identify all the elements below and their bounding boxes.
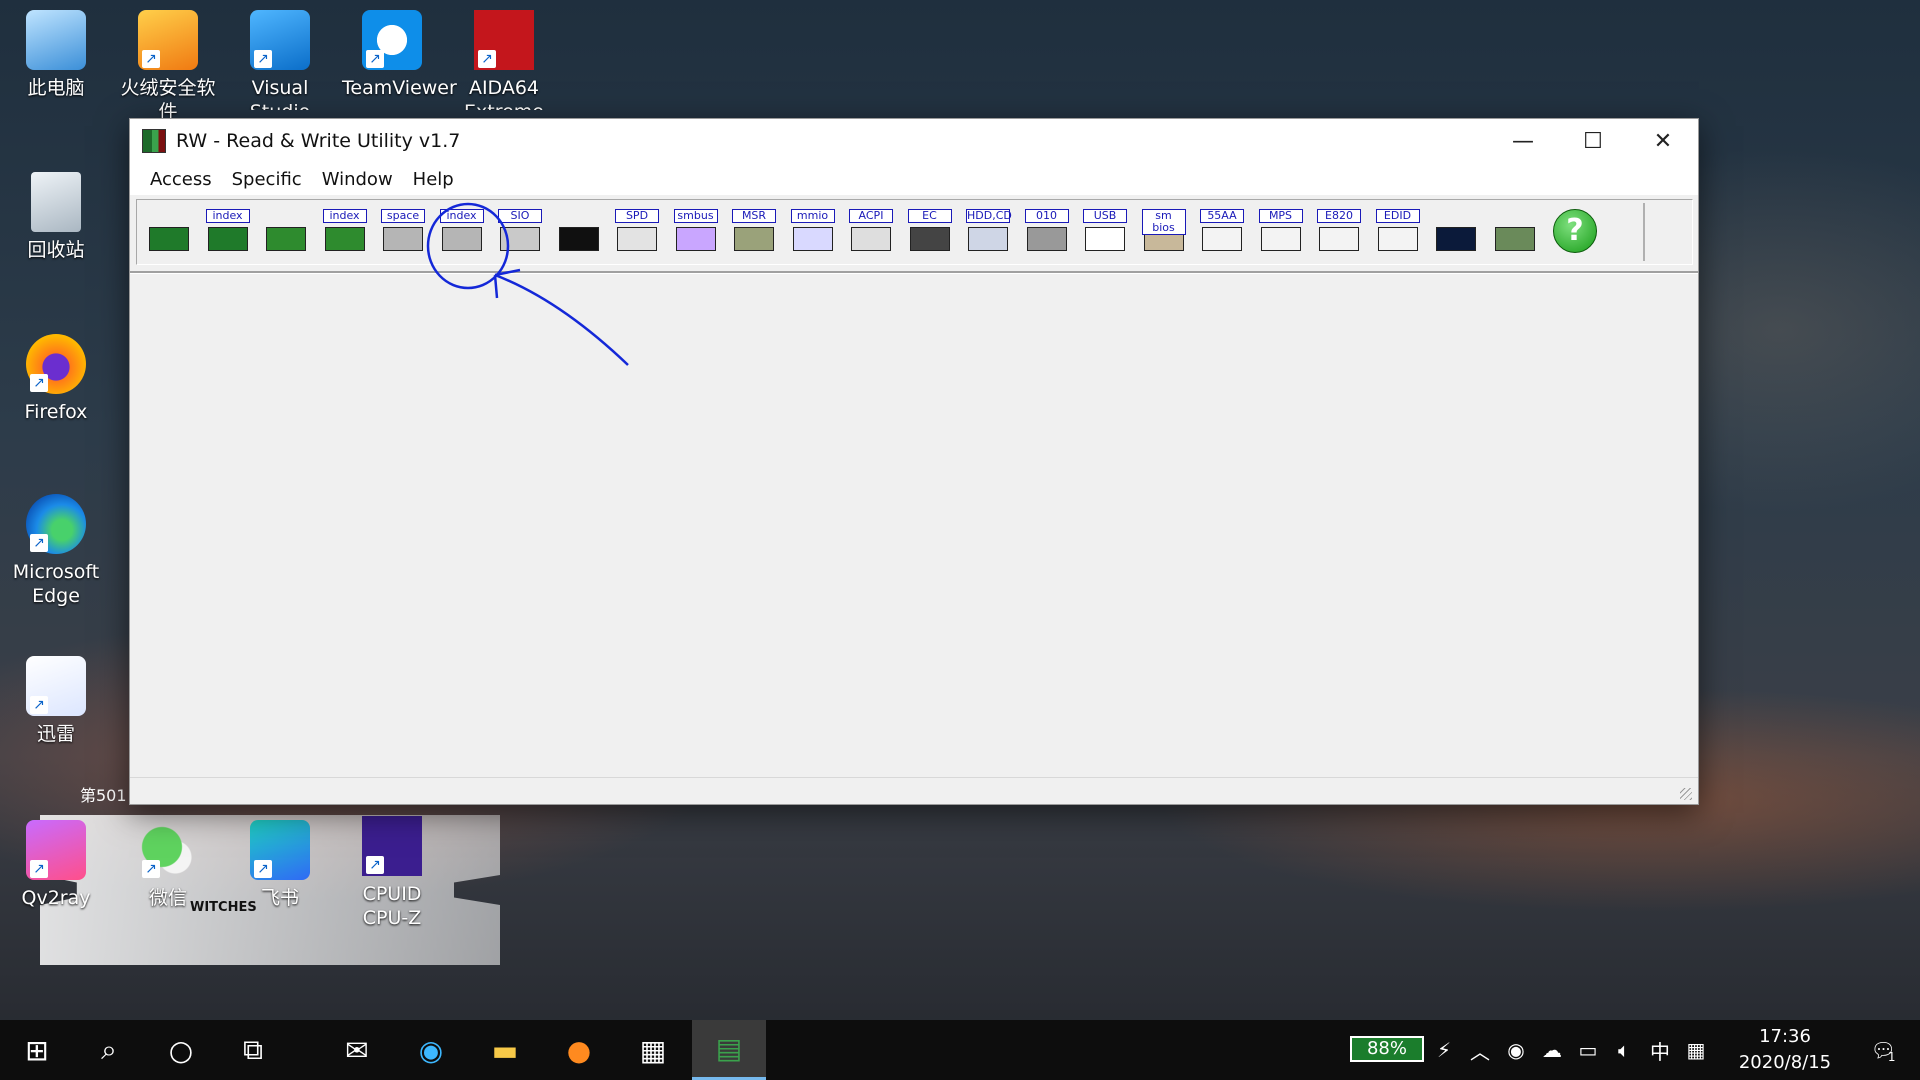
mail-icon: ✉ <box>345 1033 369 1067</box>
clock-time: 17:36 <box>1759 1026 1811 1047</box>
task-view-icon: ⧉ <box>243 1033 263 1066</box>
start-button[interactable]: ⊞ <box>0 1020 74 1080</box>
search-icon: ⌕ <box>101 1033 117 1066</box>
store-icon: ▦ <box>639 1033 667 1067</box>
edge-icon: ◉ <box>418 1033 444 1067</box>
task-view-button[interactable]: ⧉ <box>216 1020 290 1080</box>
notification-count: 1 <box>1887 1050 1896 1064</box>
battery-indicator[interactable]: 88% <box>1350 1036 1424 1062</box>
tray-record-icon[interactable]: ◉ <box>1498 1020 1534 1080</box>
ime-indicator[interactable]: 中 <box>1642 1020 1678 1080</box>
rw-app-icon: ▤ <box>715 1032 743 1065</box>
firefox-icon: ● <box>566 1033 592 1067</box>
folder-icon: ▬ <box>491 1033 519 1067</box>
taskbar-file-explorer[interactable]: ▬ <box>468 1020 542 1080</box>
cortana-icon: ○ <box>168 1033 194 1067</box>
battery-icon[interactable]: ▭ <box>1570 1020 1606 1080</box>
taskbar-edge[interactable]: ◉ <box>394 1020 468 1080</box>
show-hidden-icons[interactable]: ︿ <box>1462 1020 1498 1080</box>
handwritten-annotation <box>426 202 629 366</box>
clock[interactable]: 17:36 2020/8/15 <box>1730 1024 1840 1076</box>
keyboard-layout-icon[interactable]: ▦ <box>1678 1020 1714 1080</box>
taskbar-store[interactable]: ▦ <box>616 1020 690 1080</box>
search-button[interactable]: ⌕ <box>72 1020 146 1080</box>
cortana-button[interactable]: ○ <box>144 1020 218 1080</box>
clock-date: 2020/8/15 <box>1738 1052 1832 1073</box>
windows-icon: ⊞ <box>25 1033 49 1067</box>
taskbar-firefox[interactable]: ● <box>542 1020 616 1080</box>
power-plug-icon[interactable]: ⚡ <box>1426 1020 1462 1080</box>
taskbar: ⊞ ⌕ ○ ⧉ ✉ ◉ ▬ ● ▦ ▤ 88% ⚡ ︿ ◉ ☁ ▭ 🔈︎ 中 ▦… <box>0 1020 1920 1080</box>
annotation-arrow-line <box>494 273 629 366</box>
notification-center-button[interactable]: 💬︎ 1 <box>1858 1020 1908 1080</box>
volume-icon[interactable]: 🔈︎ <box>1606 1020 1642 1080</box>
onedrive-icon[interactable]: ☁ <box>1534 1020 1570 1080</box>
taskbar-rw[interactable]: ▤ <box>692 1020 766 1080</box>
taskbar-mail[interactable]: ✉ <box>320 1020 394 1080</box>
